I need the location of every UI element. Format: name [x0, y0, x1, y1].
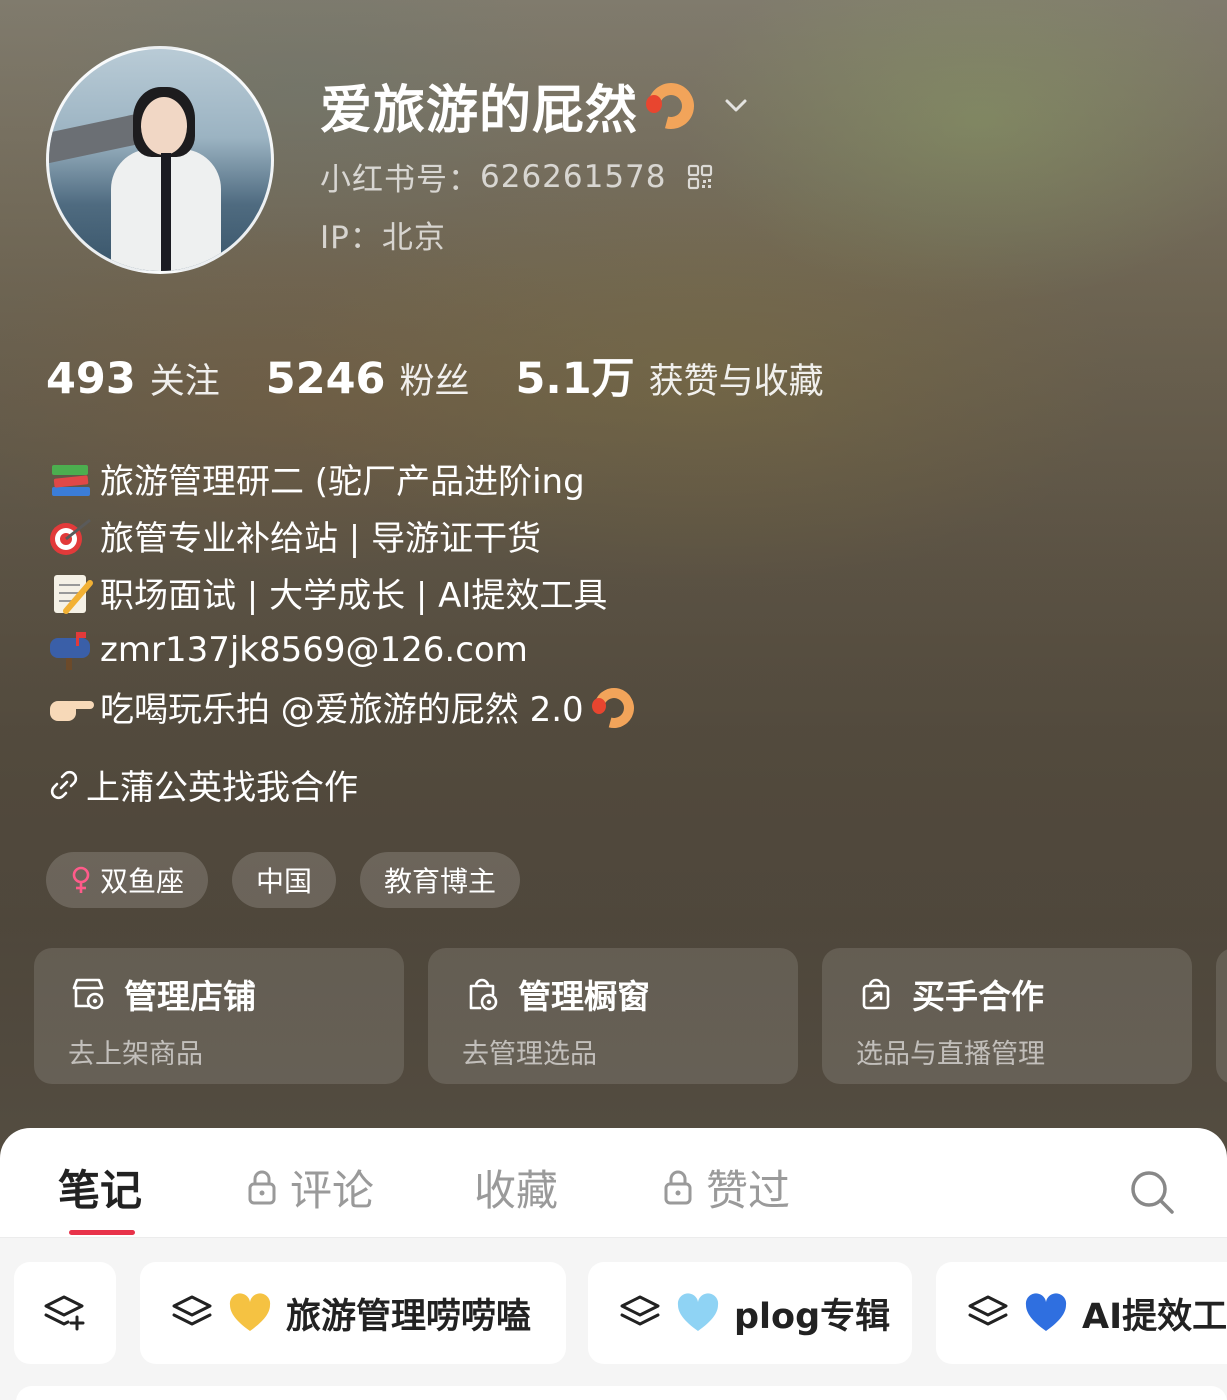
- more-tools-card[interactable]: [1216, 948, 1227, 1084]
- yellow-heart-emoji: [229, 1293, 271, 1331]
- tab-label: 赞过: [706, 1165, 791, 1215]
- user-id-label: 小红书号：: [320, 162, 480, 198]
- profile-name-row[interactable]: 爱旅游的屁然: [320, 72, 750, 141]
- notes-list-top: [16, 1386, 1227, 1400]
- link-icon: [50, 770, 78, 799]
- books-emoji: [52, 464, 90, 496]
- manage-shop-subtitle: 去上架商品: [68, 1039, 203, 1070]
- female-icon: [72, 866, 90, 893]
- following-count: 493: [46, 354, 136, 404]
- manage-showcase-title: 管理橱窗: [518, 977, 650, 1016]
- chevron-down-icon[interactable]: [722, 91, 750, 119]
- avatar[interactable]: [46, 46, 274, 274]
- album-item[interactable]: 旅游管理唠唠嗑: [140, 1262, 566, 1364]
- album-stack-icon: [968, 1295, 1008, 1326]
- tag-label: 教育博主: [384, 865, 497, 898]
- bag-icon: [862, 978, 890, 1010]
- bio-text: 职场面试 | 大学成长 | AI提效工具: [100, 576, 608, 616]
- buyer-collab-card[interactable]: 买手合作 选品与直播管理: [822, 948, 1192, 1084]
- pointing-hand-emoji: [50, 700, 94, 721]
- tag-zodiac[interactable]: 双鱼座: [46, 852, 209, 908]
- album-label: plog专辑: [734, 1296, 891, 1337]
- followers-count: 5246: [265, 354, 386, 404]
- tab-label: 评论: [290, 1165, 375, 1215]
- profile-stats: 493 关注 5246 粉丝 5.1万 获赞与收藏: [46, 344, 870, 406]
- following-stat[interactable]: 493 关注: [46, 353, 220, 404]
- manage-showcase-subtitle: 去管理选品: [462, 1039, 597, 1070]
- bio-email: zmr137jk8569@126.com: [100, 629, 528, 670]
- collaboration-link[interactable]: 上蒲公英找我合作: [46, 760, 358, 809]
- tab-comments[interactable]: 评论: [246, 1162, 374, 1215]
- album-stack-icon: [172, 1295, 212, 1326]
- bio-text: 旅游管理研二 (驼厂产品进阶ing: [100, 462, 585, 502]
- user-id: 小红书号： 626261578: [320, 154, 713, 199]
- ip-value: 北京: [381, 220, 446, 256]
- likes-label: 获赞与收藏: [648, 362, 824, 402]
- bio-text: 吃喝玩乐拍 @爱旅游的屁然 2.0: [100, 690, 584, 730]
- profile-name: 爱旅游的屁然: [320, 80, 639, 141]
- qr-code-icon[interactable]: [687, 164, 713, 190]
- profile-bio: 旅游管理研二 (驼厂产品进阶ing 旅管专业补给站 | 导游证干货 职场面试 |…: [46, 450, 642, 735]
- album-item[interactable]: AI提效工: [936, 1262, 1227, 1364]
- album-label: AI提效工: [1082, 1296, 1227, 1337]
- lock-icon: [248, 1170, 276, 1205]
- create-album-button[interactable]: [14, 1262, 116, 1364]
- target-emoji: [50, 518, 91, 555]
- memo-emoji: [54, 574, 93, 614]
- followers-label: 粉丝: [399, 362, 470, 402]
- album-item[interactable]: plog专辑: [588, 1262, 912, 1364]
- lock-icon: [664, 1170, 692, 1205]
- tag-label: 双鱼座: [100, 865, 185, 898]
- ip-label: IP：: [320, 220, 382, 256]
- album-stack-icon: [620, 1295, 660, 1326]
- search-icon[interactable]: [1128, 1168, 1176, 1216]
- creator-tools: 管理店铺 去上架商品 管理橱窗 去管理选品 买手合作 选品与直播管理: [34, 948, 1227, 1084]
- shop-icon: [72, 978, 104, 1010]
- album-label: 旅游管理唠唠嗑: [286, 1296, 532, 1337]
- tab-liked[interactable]: 赞过: [662, 1162, 790, 1215]
- light-blue-heart-emoji: [677, 1293, 719, 1331]
- bio-line: 旅管专业补给站 | 导游证干货: [46, 507, 640, 564]
- buyer-collab-title: 买手合作: [912, 977, 1044, 1016]
- tab-label: 笔记: [58, 1165, 143, 1215]
- content-tabs: 笔记 评论 收藏 赞过: [0, 1128, 1227, 1238]
- profile-tags: 双鱼座 中国 教育博主: [46, 852, 544, 908]
- bio-line: 旅游管理研二 (驼厂产品进阶ing: [46, 450, 640, 507]
- likes-stat[interactable]: 5.1万 获赞与收藏: [515, 344, 823, 406]
- blue-heart-emoji: [1025, 1293, 1067, 1331]
- bio-line: 吃喝玩乐拍 @爱旅游的屁然 2.0: [46, 678, 642, 735]
- manage-showcase-card[interactable]: 管理橱窗 去管理选品: [428, 948, 798, 1084]
- shrimp-emoji: [586, 680, 642, 735]
- manage-shop-title: 管理店铺: [124, 977, 256, 1016]
- add-album-icon: [44, 1295, 85, 1331]
- collaboration-link-text: 上蒲公英找我合作: [86, 768, 358, 808]
- bio-text: 旅管专业补给站 | 导游证干货: [100, 519, 542, 559]
- active-tab-indicator: [69, 1230, 135, 1235]
- bio-line: 职场面试 | 大学成长 | AI提效工具: [46, 564, 640, 621]
- tab-notes[interactable]: 笔记: [58, 1162, 142, 1215]
- tag-region[interactable]: 中国: [232, 852, 337, 908]
- buyer-collab-subtitle: 选品与直播管理: [856, 1039, 1045, 1070]
- content-sheet: 笔记 评论 收藏 赞过 旅游管理唠唠嗑 plog专辑 AI提效工: [0, 1128, 1227, 1400]
- manage-shop-card[interactable]: 管理店铺 去上架商品: [34, 948, 404, 1084]
- album-strip: 旅游管理唠唠嗑 plog专辑 AI提效工: [0, 1238, 1227, 1400]
- tab-collections[interactable]: 收藏: [474, 1162, 558, 1215]
- showcase-icon: [469, 978, 498, 1011]
- tag-category[interactable]: 教育博主: [360, 852, 521, 908]
- shrimp-emoji: [639, 74, 703, 138]
- mailbox-emoji: [50, 631, 90, 670]
- bio-line: zmr137jk8569@126.com: [46, 621, 640, 678]
- user-id-value: 626261578: [480, 158, 667, 195]
- ip-location: IP：北京: [320, 212, 446, 257]
- tab-label: 收藏: [474, 1165, 559, 1215]
- tag-label: 中国: [256, 865, 313, 898]
- likes-count: 5.1万: [515, 354, 635, 404]
- following-label: 关注: [149, 362, 220, 402]
- followers-stat[interactable]: 5246 粉丝: [266, 353, 470, 404]
